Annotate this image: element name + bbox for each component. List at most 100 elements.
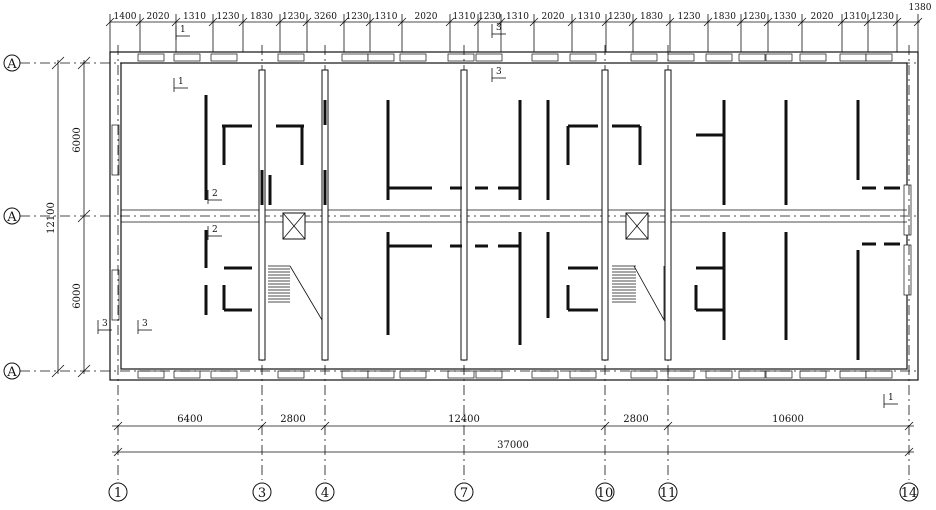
column-axis-4: 4	[315, 482, 335, 502]
column-axis-label: 7	[460, 486, 468, 501]
window-bottom	[531, 370, 559, 379]
column-axis-11: 11	[658, 482, 678, 502]
row-axis-bottom: A	[3, 362, 21, 380]
window-top	[630, 53, 658, 62]
row-axis-markers: A A A	[3, 54, 21, 380]
top-dim-label: 1400	[114, 12, 137, 22]
section-mark-label: 2	[212, 189, 218, 199]
column-axis-label: 1	[114, 486, 122, 501]
window-top	[447, 53, 475, 62]
top-dim-label: 1830	[640, 12, 663, 22]
partitions	[204, 95, 900, 360]
window-bottom	[839, 370, 867, 379]
top-dim-label: 1230	[608, 12, 631, 22]
window-top	[341, 53, 369, 62]
top-dim-label: 2020	[415, 12, 438, 22]
window-top	[137, 53, 165, 62]
window-bottom	[367, 370, 395, 379]
section-mark-label: 2	[212, 225, 218, 235]
section-mark-label: 3	[142, 319, 148, 329]
left-dim-bottom: 6000	[72, 283, 83, 308]
window-bottom	[210, 370, 238, 379]
column-axis-markers: 1 3 4 7 10 11 14	[108, 482, 919, 502]
column-axis-1: 1	[108, 482, 128, 502]
window-bottom	[667, 370, 695, 379]
row-axis-top: A	[3, 54, 21, 72]
column-axis-label: 3	[258, 486, 266, 501]
window-bottom	[630, 370, 658, 379]
window-top	[399, 53, 427, 62]
section-mark-label: 1	[180, 25, 186, 35]
window-bottom	[799, 370, 827, 379]
column-axis-label: 14	[901, 486, 918, 501]
window-top	[865, 53, 893, 62]
window-top	[475, 53, 503, 62]
bottom-dim-5: 10600	[772, 414, 804, 425]
section-mark-label: 3	[102, 319, 108, 329]
bottom-dimension-chain: 6400 2800 12400 2800 10600 37000	[112, 414, 914, 457]
bottom-dim-1: 6400	[177, 414, 202, 425]
section-mark-label: 3	[496, 23, 502, 33]
top-dim-label: 1230	[871, 12, 894, 22]
bottom-dim-3: 12400	[448, 414, 480, 425]
window-bottom	[277, 370, 305, 379]
window-bottom	[705, 370, 733, 379]
row-axis-top-label: A	[6, 57, 17, 72]
window-top	[173, 53, 201, 62]
window-top	[738, 53, 766, 62]
top-dim-label: 3260	[314, 12, 337, 22]
top-dim-label: 1310	[506, 12, 529, 22]
window-bottom	[173, 370, 201, 379]
window-bottom	[341, 370, 369, 379]
left-dimension-chain: 6000 6000 12100	[46, 56, 91, 378]
section-mark-label: 1	[888, 393, 894, 403]
stair-flight-left	[268, 265, 290, 303]
section-marks: 1 1 2 2 3 3 3 3 1	[97, 23, 898, 408]
column-axis-3: 3	[252, 482, 272, 502]
window-bottom	[475, 370, 503, 379]
window-top	[367, 53, 395, 62]
window-top	[667, 53, 695, 62]
section-mark-label: 3	[496, 67, 502, 77]
top-dim-label: 1230	[282, 12, 305, 22]
row-axis-middle: A	[3, 207, 21, 225]
column-axis-7: 7	[454, 482, 474, 502]
row-axis-bottom-label: A	[6, 365, 17, 380]
top-dim-label: 1230	[743, 12, 766, 22]
top-dim-label: 1330	[774, 12, 797, 22]
column-axis-label: 4	[321, 486, 329, 501]
window-top	[705, 53, 733, 62]
window-bottom	[447, 370, 475, 379]
top-dim-label: 1230	[217, 12, 240, 22]
bearing-walls	[258, 69, 672, 361]
bottom-dim-total: 37000	[497, 440, 529, 451]
window-top	[569, 53, 597, 62]
window-openings	[111, 53, 912, 379]
top-dim-label: 1310	[844, 12, 867, 22]
window-bottom	[865, 370, 893, 379]
column-axis-14: 14	[899, 482, 919, 502]
top-dim-label: 1830	[713, 12, 736, 22]
window-top	[531, 53, 559, 62]
floor-plan-drawing: 1400 2020 1310 1230 1830 1230 3260 1230 1310 2020…	[3, 3, 932, 502]
row-axis-middle-label: A	[6, 210, 17, 225]
window-top	[277, 53, 305, 62]
window-top	[799, 53, 827, 62]
top-dim-label: 1310	[453, 12, 476, 22]
window-bottom	[399, 370, 427, 379]
window-top	[210, 53, 238, 62]
bottom-dim-2: 2800	[280, 414, 305, 425]
top-dim-label: 1310	[375, 12, 398, 22]
top-dim-label: 1230	[346, 12, 369, 22]
top-dim-label: 2020	[811, 12, 834, 22]
window-bottom	[738, 370, 766, 379]
top-dim-label: 1310	[183, 12, 206, 22]
top-dim-label: 1230	[478, 12, 501, 22]
window-bottom	[569, 370, 597, 379]
left-dim-top: 6000	[72, 127, 83, 152]
column-axis-label: 11	[660, 486, 677, 501]
top-dim-label: 2020	[147, 12, 170, 22]
top-dimension-chain: 1400 2020 1310 1230 1830 1230 3260 1230 1310 2020…	[105, 3, 932, 52]
window-top	[839, 53, 867, 62]
column-axis-10: 10	[595, 482, 615, 502]
